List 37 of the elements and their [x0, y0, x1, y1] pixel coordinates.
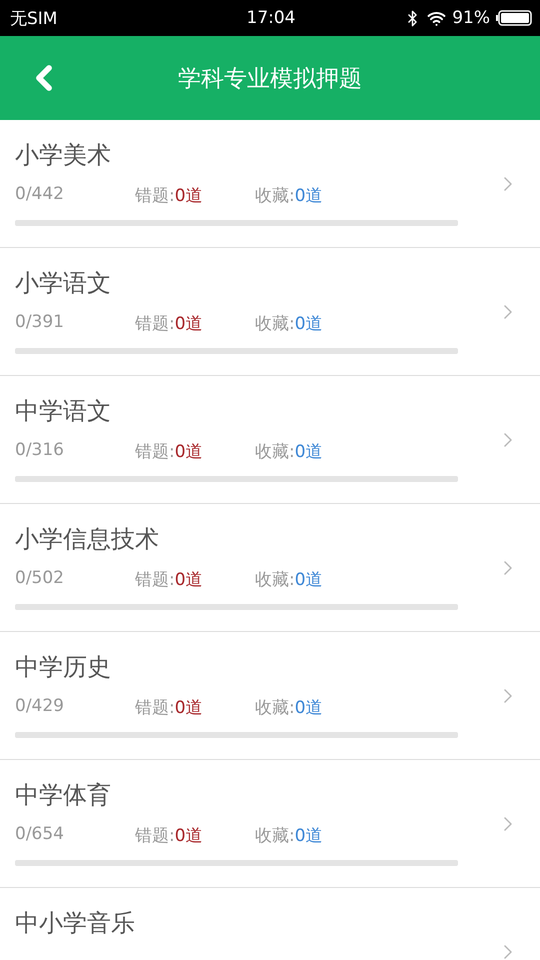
subject-row[interactable]: 小学信息技术 0/502 错题:0道 收藏:0道 [0, 504, 540, 632]
subject-name: 小学信息技术 [15, 524, 160, 555]
carrier-text: 无SIM [10, 8, 58, 30]
progress-count: 0/429 [15, 696, 65, 718]
subject-row[interactable]: 中小学音乐 [0, 888, 540, 960]
wrong-count: 错题:0道 [135, 569, 204, 591]
favorite-count: 收藏:0道 [255, 441, 324, 463]
progress-count: 0/391 [15, 312, 65, 334]
subject-row[interactable]: 中学历史 0/429 错题:0道 收藏:0道 [0, 632, 540, 760]
subject-row[interactable]: 中学语文 0/316 错题:0道 收藏:0道 [0, 376, 540, 504]
battery-icon [496, 10, 532, 26]
favorite-count: 收藏:0道 [255, 313, 324, 335]
subject-name: 中小学音乐 [15, 908, 136, 939]
subject-name: 小学美术 [15, 140, 112, 171]
wrong-count: 错题:0道 [135, 313, 204, 335]
subject-row[interactable]: 小学美术 0/442 错题:0道 收藏:0道 [0, 120, 540, 248]
wrong-count: 错题:0道 [135, 185, 204, 207]
subject-name: 中学体育 [15, 780, 112, 811]
wrong-count: 错题:0道 [135, 697, 204, 719]
subject-name: 小学语文 [15, 268, 112, 299]
subject-name: 中学历史 [15, 652, 112, 683]
page-title: 学科专业模拟押题 [178, 64, 362, 94]
clock-text: 17:04 [246, 8, 296, 28]
favorite-count: 收藏:0道 [255, 185, 324, 207]
subject-name: 中学语文 [15, 396, 112, 427]
progress-count: 0/502 [15, 568, 65, 590]
favorite-count: 收藏:0道 [255, 825, 324, 847]
battery-percent: 91% [452, 8, 490, 28]
favorite-count: 收藏:0道 [255, 569, 324, 591]
subject-row[interactable]: 中学体育 0/654 错题:0道 收藏:0道 [0, 760, 540, 888]
wrong-count: 错题:0道 [135, 441, 204, 463]
progress-count: 0/442 [15, 184, 65, 206]
wrong-count: 错题:0道 [135, 825, 204, 847]
progress-count: 0/654 [15, 824, 65, 846]
progress-count: 0/316 [15, 440, 65, 462]
subject-row[interactable]: 小学语文 0/391 错题:0道 收藏:0道 [0, 248, 540, 376]
favorite-count: 收藏:0道 [255, 697, 324, 719]
